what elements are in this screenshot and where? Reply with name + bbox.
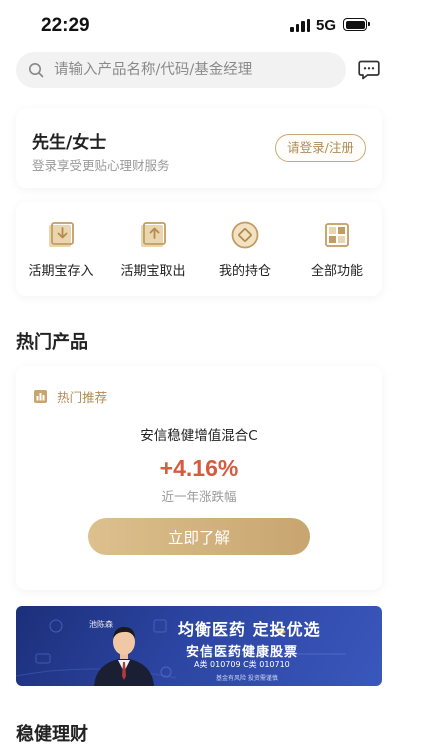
product-change-value: +4.16% bbox=[159, 455, 239, 481]
menu-label-deposit: 活期宝存入 bbox=[28, 264, 94, 279]
withdraw-icon bbox=[141, 222, 166, 247]
all-functions-icon bbox=[325, 223, 349, 247]
search-icon bbox=[29, 63, 44, 78]
status-bar: 22:29 5G bbox=[0, 0, 422, 52]
menu-item-holdings[interactable]: 我的持仓 bbox=[200, 220, 290, 279]
user-subtitle: 登录享受更贴心理财服务 bbox=[32, 158, 170, 173]
login-register-button[interactable]: 请登录/注册 bbox=[275, 134, 366, 162]
network-label: 5G bbox=[316, 17, 337, 34]
signal-icon bbox=[290, 19, 310, 32]
hot-products-title: 热门产品 bbox=[16, 332, 88, 353]
quick-menu: 活期宝存入 活期宝取出 我的持仓 全部功能 bbox=[16, 202, 382, 296]
promo-banner[interactable]: 池陈森 均衡医药 定投优选 安信医药健康股票 A类 010709 C类 0107… bbox=[16, 606, 382, 686]
hot-recommend-icon bbox=[34, 390, 47, 403]
banner-fund-name: 安信医药健康股票 bbox=[186, 645, 299, 660]
hot-badge: 热门推荐 bbox=[34, 386, 107, 405]
learn-more-button[interactable]: 立即了解 bbox=[88, 518, 310, 555]
deposit-icon bbox=[49, 222, 74, 247]
menu-item-deposit[interactable]: 活期宝存入 bbox=[16, 220, 106, 279]
menu-item-withdraw[interactable]: 活期宝取出 bbox=[108, 220, 198, 279]
holdings-icon bbox=[231, 221, 259, 249]
status-time: 22:29 bbox=[41, 15, 90, 36]
banner-disclaimer: 基金有风险 投资需谨慎 bbox=[216, 675, 278, 682]
product-change-label: 近一年涨跌幅 bbox=[161, 489, 237, 504]
hot-product-card[interactable]: 热门推荐 安信稳健增值混合C +4.16% 近一年涨跌幅 立即了解 bbox=[16, 366, 382, 590]
user-title: 先生/女士 bbox=[32, 133, 107, 153]
battery-icon bbox=[343, 18, 370, 31]
hot-badge-label: 热门推荐 bbox=[57, 390, 108, 405]
fund-manager-name: 池陈森 bbox=[89, 620, 113, 629]
message-icon[interactable] bbox=[357, 58, 381, 82]
banner-headline: 均衡医药 定投优选 bbox=[178, 620, 321, 639]
menu-label-all-functions: 全部功能 bbox=[310, 264, 363, 279]
menu-item-all-functions[interactable]: 全部功能 bbox=[292, 220, 382, 279]
search-input[interactable] bbox=[54, 52, 336, 88]
product-name: 安信稳健增值混合C bbox=[140, 428, 258, 444]
search-bar[interactable] bbox=[16, 52, 346, 88]
menu-label-holdings: 我的持仓 bbox=[218, 264, 271, 279]
menu-label-withdraw: 活期宝取出 bbox=[120, 264, 186, 279]
steady-finance-title: 稳健理财 bbox=[16, 724, 88, 745]
banner-fund-codes: A类 010709 C类 010710 bbox=[194, 660, 290, 669]
user-card: 先生/女士 登录享受更贴心理财服务 请登录/注册 bbox=[16, 108, 382, 188]
